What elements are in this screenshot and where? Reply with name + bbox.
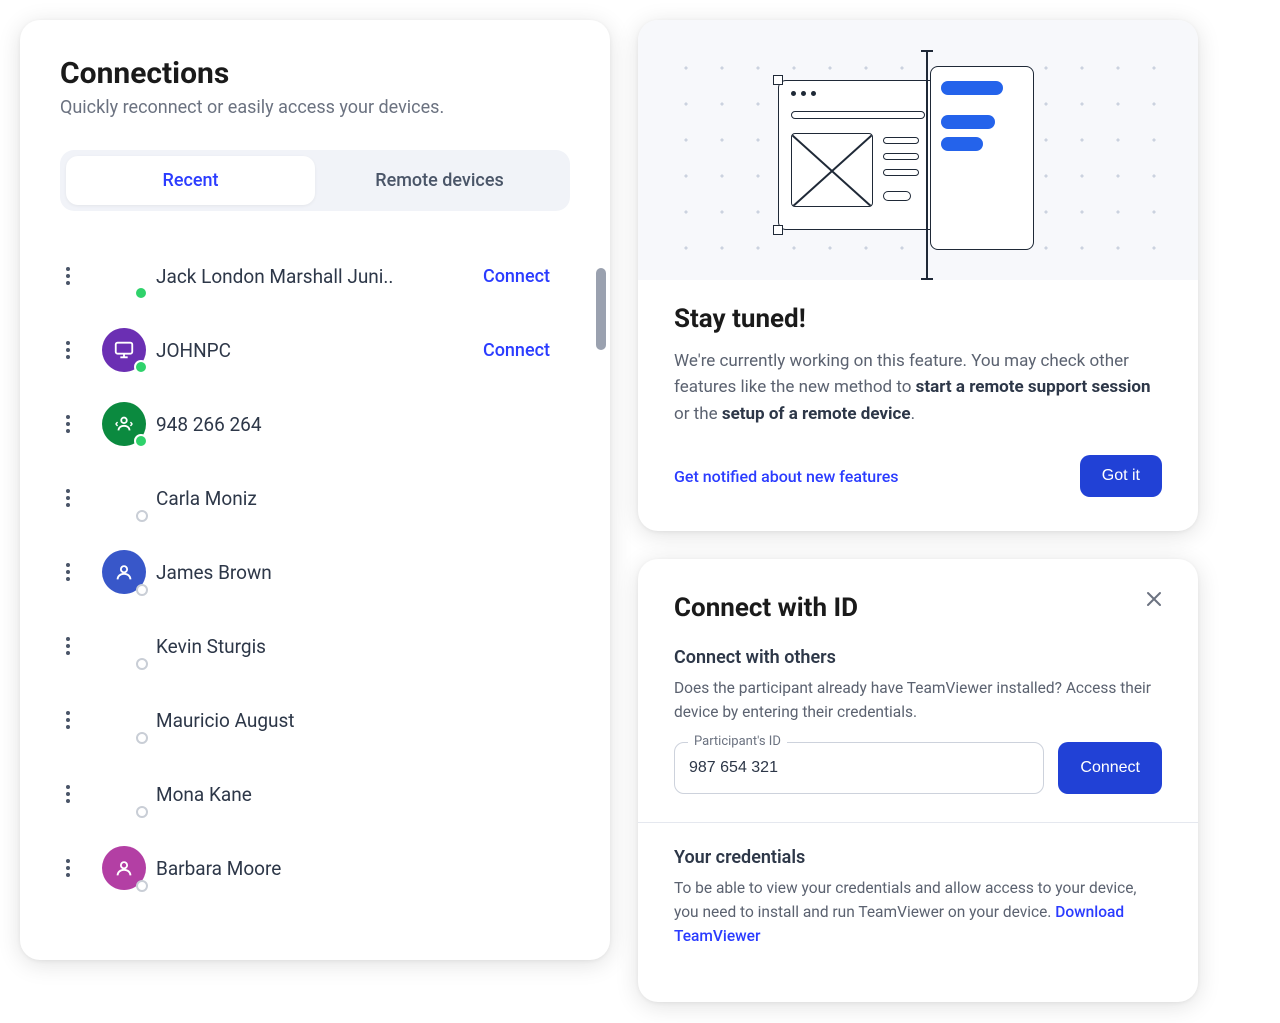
connection-name: James Brown — [156, 561, 574, 584]
connections-panel: Connections Quickly reconnect or easily … — [20, 20, 610, 960]
avatar — [102, 698, 146, 742]
connect-button[interactable]: Connect — [1058, 742, 1162, 794]
connections-title: Connections — [60, 56, 570, 91]
list-item[interactable]: JOHNPC Connect — [56, 313, 574, 387]
avatar — [102, 772, 146, 816]
connection-name: Barbara Moore — [156, 857, 574, 880]
notify-link[interactable]: Get notified about new features — [674, 467, 899, 486]
more-icon[interactable] — [56, 782, 80, 806]
status-offline-icon — [136, 732, 148, 744]
list-item[interactable]: James Brown — [56, 535, 574, 609]
more-icon[interactable] — [56, 634, 80, 658]
connection-name: Mona Kane — [156, 783, 574, 806]
avatar — [102, 254, 146, 298]
list-item[interactable]: Kevin Sturgis — [56, 609, 574, 683]
status-online-icon — [134, 434, 148, 448]
tab-recent[interactable]: Recent — [66, 156, 315, 205]
avatar — [102, 476, 146, 520]
participant-id-input[interactable] — [674, 742, 1044, 794]
connect-others-heading: Connect with others — [674, 647, 1162, 668]
more-icon[interactable] — [56, 856, 80, 880]
connect-with-id-panel: Connect with ID Connect with others Does… — [638, 559, 1198, 1002]
connections-tabs: Recent Remote devices — [60, 150, 570, 211]
status-offline-icon — [136, 658, 148, 670]
your-credentials-text: To be able to view your credentials and … — [674, 876, 1162, 948]
status-offline-icon — [136, 584, 148, 596]
list-item[interactable]: Mona Kane — [56, 757, 574, 831]
list-item[interactable]: Jack London Marshall Juni.. Connect — [56, 239, 574, 313]
stay-tuned-text: We're currently working on this feature.… — [674, 348, 1162, 427]
stay-tuned-title: Stay tuned! — [674, 304, 1162, 334]
list-item[interactable]: Mauricio August — [56, 683, 574, 757]
got-it-button[interactable]: Got it — [1080, 455, 1162, 497]
status-offline-icon — [136, 806, 148, 818]
participant-id-label: Participant's ID — [688, 734, 787, 749]
status-online-icon — [134, 286, 148, 300]
close-icon[interactable] — [1142, 587, 1170, 615]
more-icon[interactable] — [56, 338, 80, 362]
tab-remote-devices[interactable]: Remote devices — [315, 156, 564, 205]
status-offline-icon — [136, 880, 148, 892]
connection-name: Jack London Marshall Juni.. — [156, 265, 483, 288]
more-icon[interactable] — [56, 264, 80, 288]
list-item[interactable]: Carla Moniz — [56, 461, 574, 535]
connection-name: JOHNPC — [156, 339, 483, 362]
connect-button[interactable]: Connect — [483, 340, 550, 361]
list-item[interactable]: Barbara Moore — [56, 831, 574, 905]
feature-illustration — [638, 20, 1198, 280]
connection-name: Mauricio August — [156, 709, 574, 732]
more-icon[interactable] — [56, 708, 80, 732]
avatar — [102, 550, 146, 594]
connection-name: Carla Moniz — [156, 487, 574, 510]
avatar — [102, 328, 146, 372]
connections-subtitle: Quickly reconnect or easily access your … — [60, 97, 570, 118]
stay-tuned-panel: Stay tuned! We're currently working on t… — [638, 20, 1198, 531]
avatar — [102, 846, 146, 890]
status-online-icon — [134, 360, 148, 374]
connection-name: 948 266 264 — [156, 413, 574, 436]
connect-others-text: Does the participant already have TeamVi… — [674, 676, 1162, 724]
more-icon[interactable] — [56, 560, 80, 584]
connection-name: Kevin Sturgis — [156, 635, 574, 658]
avatar — [102, 402, 146, 446]
avatar — [102, 624, 146, 668]
your-credentials-heading: Your credentials — [674, 847, 1162, 868]
more-icon[interactable] — [56, 412, 80, 436]
more-icon[interactable] — [56, 486, 80, 510]
connections-list: Jack London Marshall Juni.. Connect JOHN… — [20, 239, 610, 905]
divider — [638, 822, 1198, 823]
status-offline-icon — [136, 510, 148, 522]
scrollbar-thumb[interactable] — [596, 268, 606, 350]
list-item[interactable]: 948 266 264 — [56, 387, 574, 461]
connect-button[interactable]: Connect — [483, 266, 550, 287]
connect-id-title: Connect with ID — [674, 593, 1162, 623]
